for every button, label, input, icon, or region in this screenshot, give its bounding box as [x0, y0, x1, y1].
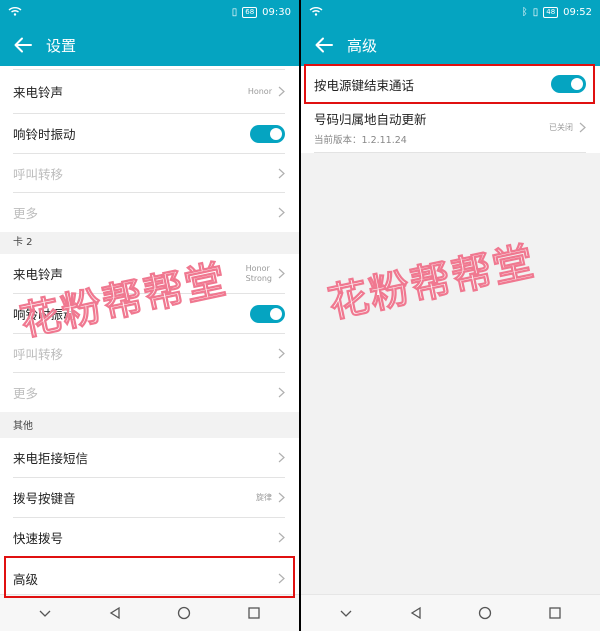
row-title: 号码归属地自动更新	[314, 112, 427, 127]
recents-square-icon[interactable]	[247, 606, 261, 620]
chevron-right-icon	[278, 348, 285, 358]
power-key-toggle[interactable]	[551, 75, 586, 93]
settings-row-speed-dial[interactable]: 快速拨号	[0, 518, 299, 558]
settings-row-vibrate[interactable]: 响铃时振动	[0, 114, 299, 154]
navigation-bar	[301, 594, 600, 631]
hide-nav-chevron-icon[interactable]	[38, 606, 52, 620]
chevron-right-icon	[278, 268, 285, 279]
vibrate-icon: ▯	[532, 6, 539, 18]
hide-nav-chevron-icon[interactable]	[339, 606, 353, 620]
settings-row-call-forwarding: 呼叫转移	[0, 154, 299, 193]
row-subtitle: 当前版本：1.2.11.24	[314, 135, 407, 146]
home-circle-icon[interactable]	[177, 606, 191, 620]
row-value: Honor	[247, 87, 272, 96]
advanced-settings-list: 按电源键结束通话 号码归属地自动更新当前版本：1.2.11.24 已关闭	[301, 66, 600, 594]
vibrate-icon: ▯	[231, 6, 238, 18]
app-bar: 高级	[301, 24, 600, 66]
bluetooth-icon: ᛒ	[521, 6, 528, 18]
row-value: 已关闭	[549, 123, 573, 132]
vibrate-toggle[interactable]	[250, 304, 285, 323]
wifi-icon	[8, 6, 22, 19]
vibrate-toggle[interactable]	[250, 124, 285, 143]
status-bar: ᛒ ▯ 48 09:52	[301, 0, 600, 24]
app-bar: 设置	[0, 24, 299, 66]
section-header-other: 其他	[0, 416, 299, 438]
settings-list: 来电铃声 Honor 响铃时振动 呼叫转移 更多 卡 2 来电铃声 Honor St…	[0, 66, 299, 594]
status-time: 09:52	[563, 6, 592, 18]
chevron-right-icon	[278, 387, 285, 398]
chevron-right-icon	[278, 168, 285, 178]
chevron-right-icon	[278, 492, 285, 503]
back-arrow-icon[interactable]	[313, 34, 335, 56]
home-circle-icon[interactable]	[478, 606, 492, 620]
status-time: 09:30	[262, 6, 291, 18]
chevron-right-icon	[579, 122, 586, 133]
settings-row-power-key-end-call[interactable]: 按电源键结束通话	[301, 66, 600, 103]
row-value: Honor Strong	[245, 263, 272, 283]
settings-row-advanced[interactable]: 高级	[0, 558, 299, 594]
recents-square-icon[interactable]	[548, 606, 562, 620]
page-title: 设置	[46, 36, 77, 55]
row-value: 旋律	[256, 493, 272, 502]
settings-row-call-forwarding-card2: 呼叫转移	[0, 334, 299, 373]
settings-row-vibrate-card2[interactable]: 响铃时振动	[0, 294, 299, 334]
section-header-card2: 卡 2	[0, 232, 299, 254]
chevron-right-icon	[278, 86, 285, 97]
settings-row-more: 更多	[0, 193, 299, 232]
chevron-right-icon	[278, 207, 285, 218]
chevron-right-icon	[278, 532, 285, 543]
wifi-icon	[309, 6, 323, 19]
back-triangle-icon[interactable]	[409, 606, 423, 620]
settings-row-ringtone-card2[interactable]: 来电铃声 Honor Strong	[0, 254, 299, 294]
chevron-right-icon	[278, 452, 285, 463]
battery-indicator: 68	[242, 6, 258, 18]
chevron-right-icon	[278, 573, 285, 583]
settings-row-location-update[interactable]: 号码归属地自动更新当前版本：1.2.11.24 已关闭	[301, 103, 600, 153]
left-screen: ▯ 68 09:30 设置 来电铃声 Honor 响铃时振动 呼叫转移 更多 卡 …	[0, 0, 299, 631]
settings-row-dial-tone[interactable]: 拨号按键音 旋律	[0, 478, 299, 518]
settings-row-reject-sms[interactable]: 来电拒接短信	[0, 438, 299, 478]
navigation-bar	[0, 594, 299, 631]
back-arrow-icon[interactable]	[12, 34, 34, 56]
settings-row-ringtone[interactable]: 来电铃声 Honor	[0, 70, 299, 114]
right-screen: ᛒ ▯ 48 09:52 高级 按电源键结束通话 号码归属地自动更新当前版本：1…	[301, 0, 600, 631]
back-triangle-icon[interactable]	[108, 606, 122, 620]
battery-indicator: 48	[543, 6, 559, 18]
settings-row-more-card2: 更多	[0, 373, 299, 412]
page-title: 高级	[347, 36, 378, 55]
status-bar: ▯ 68 09:30	[0, 0, 299, 24]
